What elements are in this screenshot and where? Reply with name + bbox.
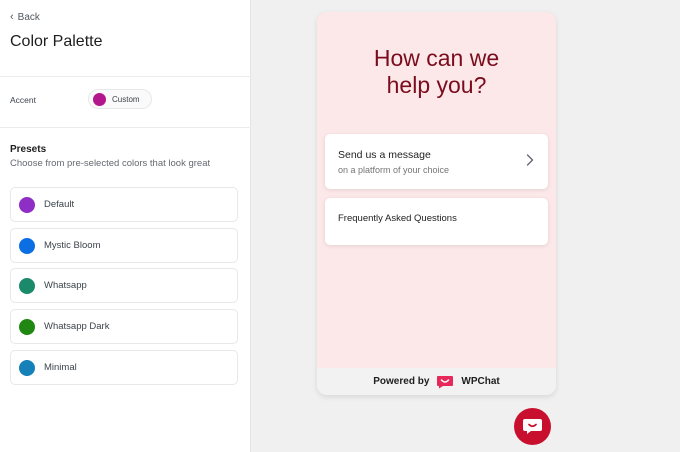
divider bbox=[0, 127, 251, 128]
preset-color-swatch bbox=[19, 237, 35, 254]
divider bbox=[0, 76, 251, 77]
faq-card[interactable]: Frequently Asked Questions bbox=[325, 198, 548, 245]
preset-color-swatch bbox=[19, 318, 35, 335]
preset-color-swatch bbox=[19, 277, 35, 294]
card-title: Frequently Asked Questions bbox=[338, 213, 457, 224]
presets-title: Presets bbox=[10, 144, 47, 155]
wpchat-logo-icon bbox=[437, 375, 454, 388]
presets-subtitle: Choose from pre-selected colors that loo… bbox=[10, 158, 211, 169]
preset-label: Default bbox=[44, 199, 75, 210]
chat-bubble-icon bbox=[523, 419, 542, 434]
brand-name: WPChat bbox=[461, 376, 500, 387]
accent-color-swatch bbox=[93, 92, 106, 106]
preset-default[interactable]: Default bbox=[10, 187, 238, 222]
headline-line-1: How can we bbox=[373, 45, 500, 71]
back-label: Back bbox=[17, 12, 40, 23]
page-title: Color Palette bbox=[10, 33, 103, 50]
chat-widget-preview: How can we help you? Send us a message o… bbox=[317, 12, 556, 395]
preset-label: Whatsapp Dark bbox=[44, 321, 110, 332]
widget-headline: How can we help you? bbox=[317, 45, 556, 99]
send-message-card[interactable]: Send us a message on a platform of your … bbox=[325, 134, 548, 189]
headline-line-2: help you? bbox=[386, 72, 487, 98]
chat-launcher-button[interactable] bbox=[514, 408, 551, 445]
chevron-right-icon bbox=[526, 154, 534, 166]
preset-minimal[interactable]: Minimal bbox=[10, 350, 238, 385]
chevron-left-icon: ‹ bbox=[10, 11, 14, 23]
preset-label: Minimal bbox=[44, 362, 77, 373]
preset-mystic-bloom[interactable]: Mystic Bloom bbox=[10, 228, 238, 263]
accent-value-label: Custom bbox=[112, 94, 140, 104]
preset-color-swatch bbox=[19, 359, 35, 376]
settings-sidebar: ‹ Back Color Palette Accent Custom Prese… bbox=[0, 0, 251, 452]
card-subtitle: on a platform of your choice bbox=[338, 165, 450, 175]
card-title: Send us a message bbox=[338, 149, 431, 161]
widget-footer: Powered by WPChat bbox=[317, 368, 556, 395]
preset-label: Whatsapp bbox=[44, 280, 87, 291]
preset-whatsapp-dark[interactable]: Whatsapp Dark bbox=[10, 309, 238, 344]
accent-color-picker[interactable]: Custom bbox=[88, 89, 152, 109]
preset-whatsapp[interactable]: Whatsapp bbox=[10, 268, 238, 303]
accent-label: Accent bbox=[10, 95, 36, 105]
preset-label: Mystic Bloom bbox=[44, 240, 101, 251]
powered-by-label: Powered by bbox=[373, 376, 430, 387]
back-button[interactable]: ‹ Back bbox=[10, 11, 40, 24]
preset-color-swatch bbox=[19, 196, 35, 213]
